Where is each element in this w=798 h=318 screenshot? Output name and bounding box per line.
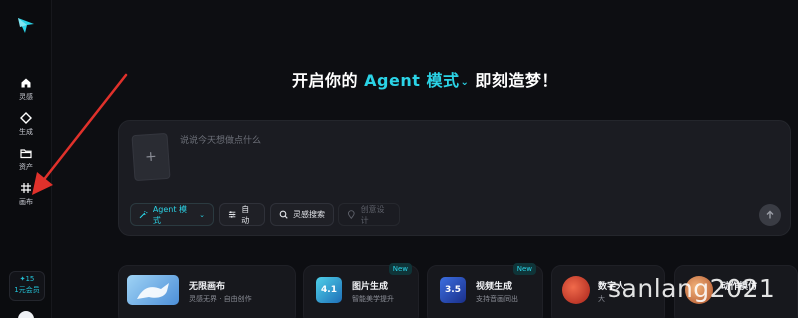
diamond-icon [20,112,32,124]
creative-design-chip[interactable]: 创意设计 [338,203,400,226]
chevron-down-icon: ⌄ [460,77,470,88]
sidebar-item-label: 生成 [19,128,33,136]
new-badge: New [512,263,536,275]
sidebar-item-canvas[interactable]: 画布 [0,182,52,207]
location-pin-icon [347,210,355,219]
headline-suffix: 即刻造梦！ [475,71,558,90]
prompt-input[interactable] [180,132,740,150]
inspiration-search-chip[interactable]: 灵感搜索 [270,203,334,226]
magic-wand-icon [139,211,148,219]
feature-card-infinite-canvas[interactable]: 无限画布 灵感无界 · 自由创作 [118,265,296,318]
feature-subtitle: 智能美学提升 [352,295,394,303]
feature-title: 视频生成 [476,282,513,292]
upload-reference-button[interactable]: + [131,132,171,182]
feature-card-video-generation[interactable]: 3.5 New 视频生成 支持音画同出 [427,263,543,318]
arrow-up-icon [766,210,774,219]
agent-mode-chip[interactable]: Agent 模式 ⌄ [130,203,214,226]
watermark: sanlang2021 [608,274,776,303]
pegasus-thumbnail [127,275,179,305]
canvas-icon [21,183,31,193]
prompt-card: + Agent 模式 ⌄ 自动 灵感搜索 创意设计 [118,120,791,236]
sidebar-item-assets[interactable]: 资产 [0,147,52,172]
send-button[interactable] [759,204,781,226]
chevron-down-icon: ⌄ [199,210,205,219]
image-model-thumbnail: 4.1 [316,277,342,303]
page-title: 开启你的 Agent 模式⌄ 即刻造梦！ [0,67,798,91]
folder-icon [20,149,32,159]
sliders-icon [228,211,236,218]
video-model-thumbnail: 3.5 [440,277,466,303]
sidebar-item-generate[interactable]: 生成 [0,112,52,137]
membership-label: 1元会员 [14,286,40,294]
credit-count: ✦15 [19,275,35,283]
agent-mode-selector[interactable]: Agent 模式⌄ [364,71,469,90]
plus-icon: + [144,148,158,166]
agent-mode-label: Agent 模式 [364,71,460,90]
feature-title: 无限画布 [189,282,226,292]
feature-subtitle: 大 [598,295,605,303]
sidebar: 灵感 生成 资产 画布 ✦15 1元会员 [0,0,52,318]
sidebar-item-label: 灵感 [19,93,33,101]
auto-chip-label: 自动 [241,204,250,225]
video-model-version: 3.5 [445,285,461,295]
search-icon [279,210,288,219]
digital-human-thumbnail [562,276,590,304]
headline-prefix: 开启你的 [292,71,359,90]
avatar[interactable] [18,311,34,318]
agent-mode-chip-label: Agent 模式 [152,204,188,225]
feature-subtitle: 灵感无界 · 自由创作 [189,295,252,303]
sidebar-item-label: 资产 [19,163,33,171]
new-badge: New [388,263,412,275]
auto-chip[interactable]: 自动 [219,203,265,226]
membership-credits-button[interactable]: ✦15 1元会员 [9,271,45,301]
app-logo-icon[interactable] [16,15,36,35]
feature-subtitle: 支持音画同出 [476,295,518,303]
feature-title: 图片生成 [352,282,389,292]
sidebar-item-label: 画布 [19,198,33,206]
feature-card-image-generation[interactable]: 4.1 New 图片生成 智能美学提升 [303,263,419,318]
image-model-version: 4.1 [321,285,337,295]
inspiration-search-chip-label: 灵感搜索 [293,210,325,219]
creative-design-chip-label: 创意设计 [360,204,385,225]
